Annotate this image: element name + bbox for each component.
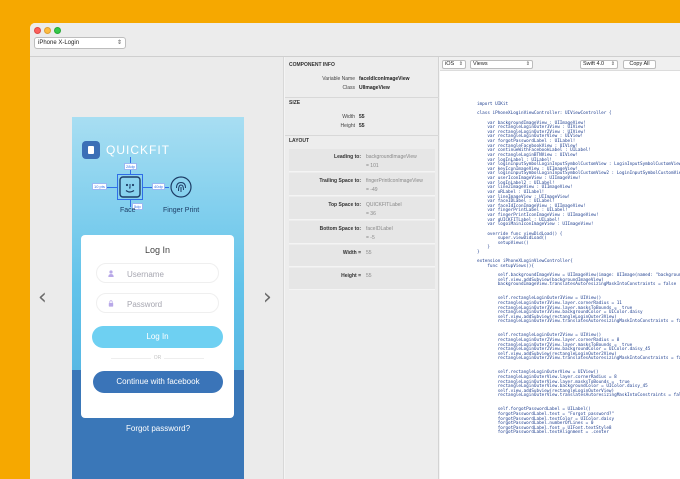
- fingerprint-icon[interactable]: [170, 176, 192, 198]
- chevron-updown-icon: ⇕: [525, 61, 530, 67]
- size-title: SIZE: [289, 100, 301, 106]
- chevron-updown-icon: ⇕: [458, 61, 463, 67]
- or-separator: OR: [81, 355, 234, 361]
- fingerprint-label: Finger Print: [163, 207, 200, 214]
- language-select[interactable]: Swift 4.0 ⇕: [580, 60, 618, 69]
- login-button[interactable]: Log In: [92, 326, 223, 348]
- component-info-title: COMPONENT INFO: [289, 62, 335, 68]
- height-key: Height: [340, 123, 355, 129]
- constraint-key: Width =: [342, 250, 361, 256]
- variable-name-key: Variable Name: [322, 76, 355, 82]
- code-panel: iOS ⇕ Views ⇕ Swift 4.0 ⇕ Copy All impor…: [440, 57, 680, 479]
- face-label: Face: [120, 207, 136, 214]
- inspector-panel: COMPONENT INFO Variable Name faceIdIconI…: [285, 57, 439, 479]
- language-select-value: Swift 4.0: [583, 61, 605, 67]
- constraint-value: = -49: [366, 187, 378, 193]
- device-selector[interactable]: iPhone X-Login ⇕: [34, 37, 126, 49]
- card-title: Log In: [144, 245, 171, 255]
- guide-top-tag: 28dp: [124, 163, 137, 170]
- minimize-window-button[interactable]: [44, 27, 51, 34]
- copy-all-button[interactable]: Copy All: [623, 60, 656, 69]
- password-field[interactable]: [96, 293, 219, 313]
- constraint-target: backgroundImageView: [366, 154, 417, 160]
- guide-right-tag: 40dp: [152, 183, 165, 190]
- login-card: Log In Log In OR: [81, 235, 234, 418]
- constraint-key: Height =: [341, 273, 361, 279]
- target-select-value: Views: [473, 61, 488, 67]
- design-canvas: ‹ › QUICKFIT 28dp 10 pts 40dp 5dp Face F…: [30, 57, 284, 479]
- guide-left-tag: 10 pts: [92, 183, 107, 190]
- device-selector-value: iPhone X-Login: [38, 40, 80, 46]
- constraint-row[interactable]: Height = 55: [289, 268, 435, 290]
- chevron-updown-icon: ⇕: [116, 40, 122, 46]
- constraint-row[interactable]: Leading to: backgroundImageView = 101: [289, 149, 435, 172]
- target-select[interactable]: Views ⇕: [470, 60, 533, 69]
- constraint-target: fingerPrintIconImageView: [366, 178, 423, 184]
- constraint-target: 55: [366, 250, 372, 256]
- user-icon: [108, 270, 114, 277]
- constraint-key: Leading to:: [334, 154, 361, 160]
- constraint-value: = 101: [366, 163, 379, 169]
- constraint-value: = -5: [366, 235, 375, 241]
- constraint-row[interactable]: Width = 55: [289, 245, 435, 267]
- quickfit-logo-icon: [82, 141, 100, 159]
- logo-text: QUICKFIT: [106, 143, 170, 157]
- constraint-row[interactable]: Bottom Space to: faceIDLabel = -5: [289, 221, 435, 244]
- constraint-key: Trailing Space to:: [319, 178, 361, 184]
- width-value[interactable]: 55: [359, 114, 365, 120]
- previous-screen-icon[interactable]: ‹: [38, 285, 47, 310]
- or-text: OR: [150, 355, 165, 361]
- code-toolbar: iOS ⇕ Views ⇕ Swift 4.0 ⇕ Copy All: [440, 57, 680, 71]
- key-icon: [108, 300, 114, 307]
- close-window-button[interactable]: [34, 27, 41, 34]
- username-field[interactable]: [96, 263, 219, 283]
- platform-select[interactable]: iOS ⇕: [442, 60, 466, 69]
- constraint-value: = 36: [366, 211, 376, 217]
- platform-select-value: iOS: [445, 61, 455, 67]
- guide-bottom: [130, 200, 131, 207]
- section-divider: [285, 97, 439, 98]
- class-value[interactable]: UIImageView: [359, 85, 390, 91]
- phone-artboard[interactable]: QUICKFIT 28dp 10 pts 40dp 5dp Face Finge…: [72, 117, 244, 479]
- chevron-updown-icon: ⇕: [610, 61, 615, 67]
- section-divider: [285, 135, 439, 136]
- app-window: iPhone X-Login ⇕ ‹ › QUICKFIT 28dp 10 pt…: [30, 23, 680, 479]
- constraint-key: Top Space to:: [328, 202, 361, 208]
- face-id-icon[interactable]: [119, 176, 141, 198]
- variable-name-value[interactable]: faceIdIconImageView: [359, 76, 409, 82]
- next-screen-icon[interactable]: ›: [263, 285, 272, 310]
- forgot-password-link[interactable]: Forgot password?: [72, 424, 244, 433]
- constraint-row[interactable]: Top Space to: QUICKFITLabel = 36: [289, 197, 435, 220]
- constraint-row[interactable]: Trailing Space to: fingerPrintIconImageV…: [289, 173, 435, 196]
- facebook-button[interactable]: Continue with facebook: [93, 371, 223, 393]
- width-key: Width: [342, 114, 355, 120]
- constraint-target: 55: [366, 273, 372, 279]
- password-input[interactable]: [127, 298, 215, 310]
- zoom-window-button[interactable]: [54, 27, 61, 34]
- constraint-target: QUICKFITLabel: [366, 202, 402, 208]
- constraint-key: Bottom Space to:: [319, 226, 361, 232]
- height-value[interactable]: 55: [359, 123, 365, 129]
- class-key: Class: [342, 85, 355, 91]
- title-bar: iPhone X-Login ⇕: [30, 23, 680, 57]
- constraint-target: faceIDLabel: [366, 226, 393, 232]
- source-code[interactable]: import UIKit class iPhoneXLoginViewContr…: [477, 102, 680, 436]
- layout-title: LAYOUT: [289, 138, 310, 144]
- username-input[interactable]: [127, 268, 215, 280]
